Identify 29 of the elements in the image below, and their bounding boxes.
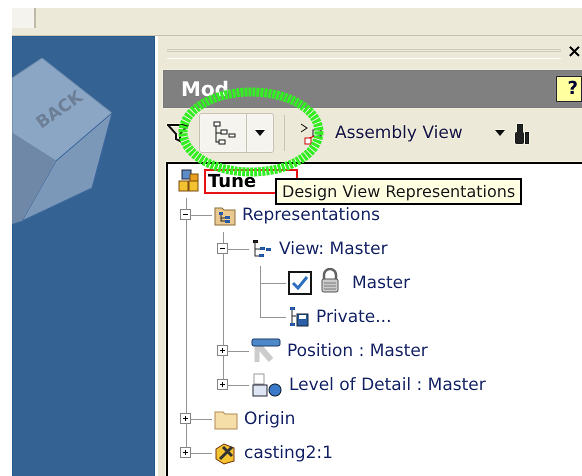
expander-toggle[interactable]	[217, 345, 228, 356]
expander-toggle[interactable]	[217, 243, 228, 254]
expander-toggle[interactable]	[180, 413, 191, 424]
assembly-icon	[178, 169, 200, 193]
tree-item-label[interactable]: Origin	[242, 408, 298, 430]
checkbox[interactable]	[288, 271, 312, 295]
tree-item-label[interactable]: View: Master	[277, 238, 390, 260]
position-icon	[251, 338, 281, 364]
shapes-icon	[251, 373, 283, 397]
tree-view-icon	[251, 238, 273, 260]
design-view-split-button[interactable]	[199, 113, 274, 153]
filter-icon[interactable]	[167, 123, 189, 143]
tooltip: Design View Representations	[275, 178, 522, 205]
caret-icon	[255, 130, 265, 136]
tree-item-label[interactable]: Level of Detail : Master	[287, 374, 488, 396]
assembly-view-dropdown[interactable]: Assembly View	[295, 120, 509, 146]
tree-item-label[interactable]: Master	[350, 272, 412, 294]
tree-save-icon	[288, 306, 310, 328]
tree-item-label[interactable]: casting2:1	[242, 442, 335, 464]
expander-toggle[interactable]	[180, 447, 191, 458]
tree-item-label[interactable]: Private...	[314, 306, 394, 328]
close-button[interactable]: ×	[566, 43, 582, 61]
help-button[interactable]: ?	[556, 76, 582, 102]
tree-item-label[interactable]: Position : Master	[285, 340, 430, 362]
caret-icon	[494, 130, 505, 136]
expander-toggle[interactable]	[217, 379, 228, 390]
tree-item-label[interactable]: Representations	[240, 204, 382, 226]
expander-toggle[interactable]	[180, 209, 191, 220]
panel-grip[interactable]	[167, 49, 561, 59]
